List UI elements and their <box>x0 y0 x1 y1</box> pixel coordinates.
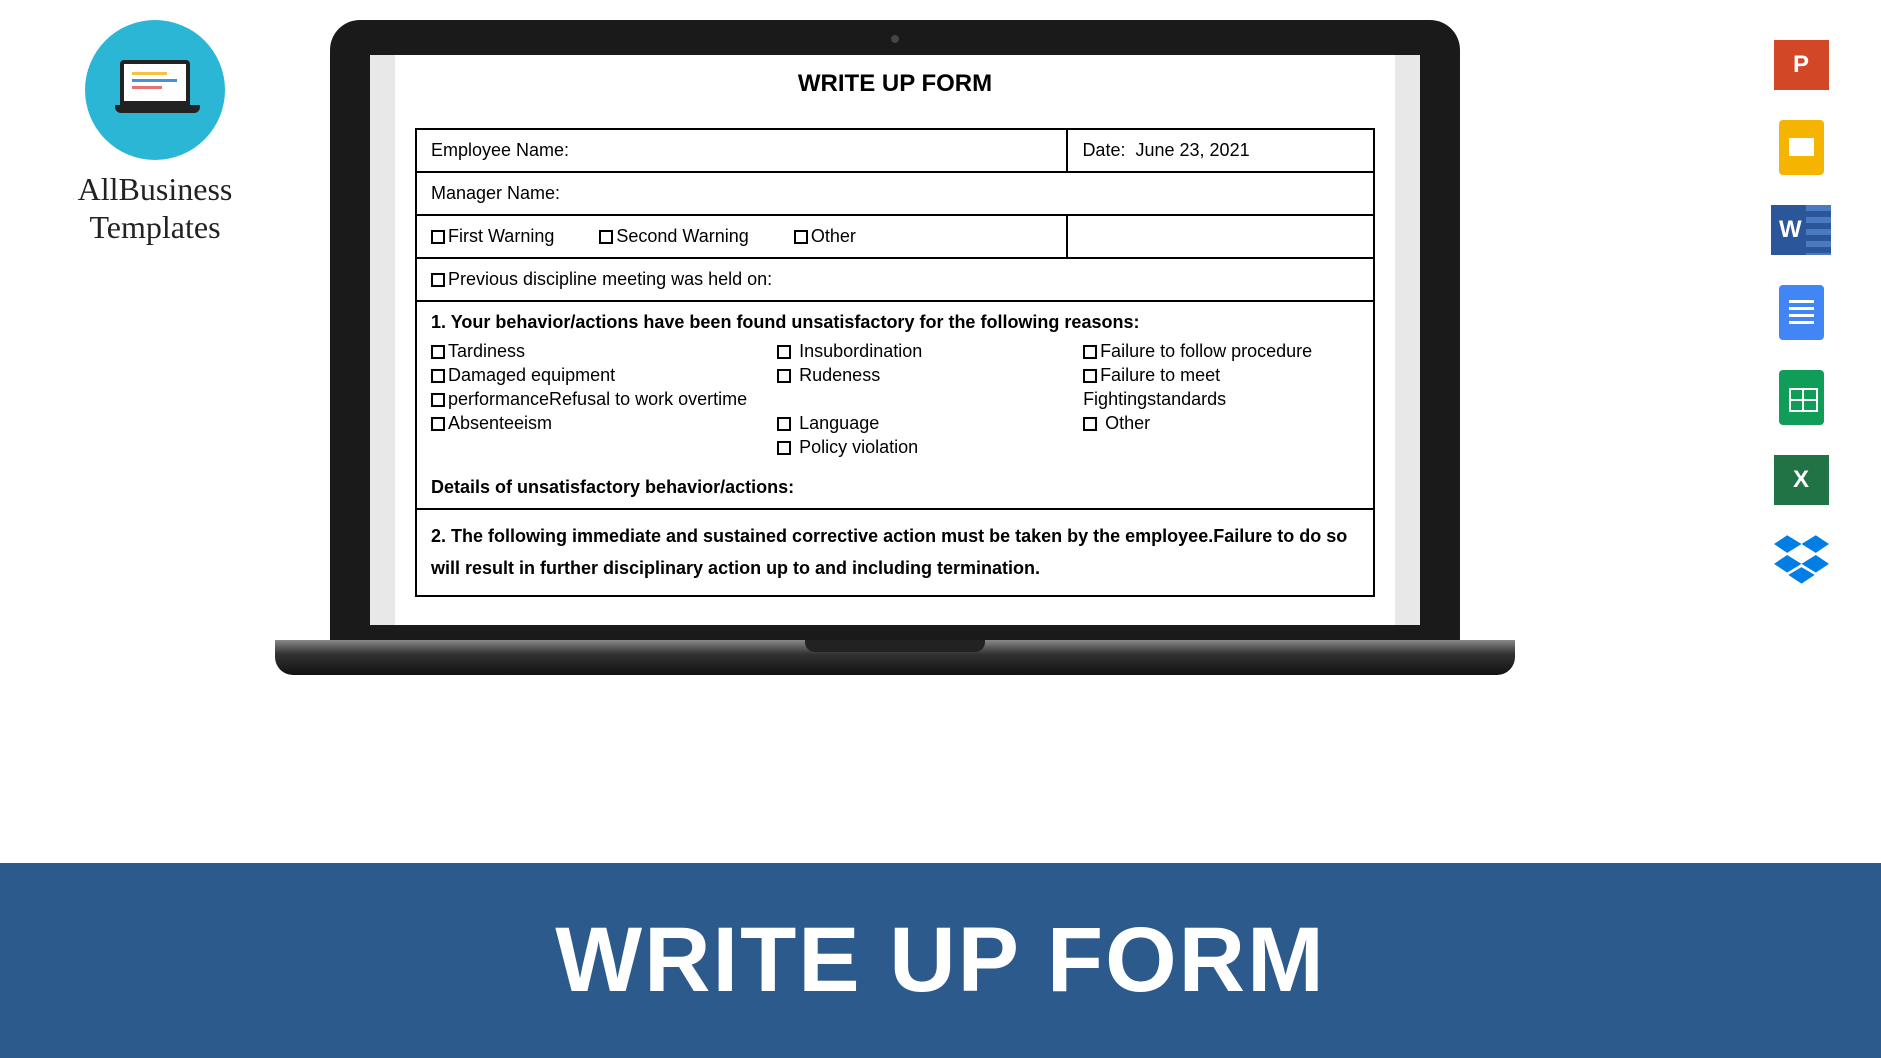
reason-other: Other <box>1105 413 1150 433</box>
warning1-label: First Warning <box>448 226 554 246</box>
file-type-icons <box>1761 40 1841 615</box>
warning-cell: First Warning Second Warning Other <box>416 215 1067 258</box>
reason-performance: performanceRefusal to work overtime <box>448 389 747 409</box>
manager-label: Manager Name: <box>431 183 560 203</box>
previous-label: Previous discipline meeting was held on: <box>448 269 772 289</box>
brand-name: AllBusiness Templates <box>30 170 280 247</box>
checkbox-icon <box>431 273 445 287</box>
brand-logo-area: AllBusiness Templates <box>30 20 280 247</box>
section1-cell: 1. Your behavior/actions have been found… <box>416 301 1374 509</box>
reason-damaged: Damaged equipment <box>448 365 615 385</box>
google-slides-icon[interactable] <box>1779 120 1824 175</box>
checkbox-icon <box>1083 345 1097 359</box>
reason-language: Language <box>799 413 879 433</box>
bottom-title-bar: WRITE UP FORM <box>0 863 1881 1058</box>
excel-icon[interactable] <box>1774 455 1829 505</box>
form-title: WRITE UP FORM <box>415 70 1375 98</box>
checkbox-icon <box>1083 369 1097 383</box>
checkbox-icon <box>777 417 791 431</box>
section1-heading: 1. Your behavior/actions have been found… <box>431 312 1359 333</box>
checkbox-icon <box>1083 417 1097 431</box>
warning3-label: Other <box>811 226 856 246</box>
reason-tardiness: Tardiness <box>448 341 525 361</box>
section2-text: 2. The following immediate and sustained… <box>431 520 1359 585</box>
form-table: Employee Name: Date: June 23, 2021 Manag… <box>415 128 1375 597</box>
checkbox-icon <box>431 345 445 359</box>
dropbox-icon[interactable] <box>1774 535 1829 585</box>
checkbox-icon <box>777 369 791 383</box>
laptop-mockup: WRITE UP FORM Employee Name: Date: June … <box>330 20 1460 675</box>
laptop-icon <box>115 60 195 120</box>
employee-label: Employee Name: <box>431 140 569 160</box>
details-heading: Details of unsatisfactory behavior/actio… <box>431 477 1359 498</box>
word-icon[interactable] <box>1771 205 1831 255</box>
scroll-edge-left <box>370 55 395 625</box>
warning-empty-cell <box>1067 215 1374 258</box>
scroll-edge-right <box>1395 55 1420 625</box>
date-cell: Date: June 23, 2021 <box>1067 129 1374 172</box>
checkbox-icon <box>794 230 808 244</box>
reason-policy: Policy violation <box>799 437 918 457</box>
checkbox-icon <box>431 393 445 407</box>
screen: WRITE UP FORM Employee Name: Date: June … <box>370 55 1420 625</box>
previous-cell: Previous discipline meeting was held on: <box>416 258 1374 301</box>
reason-fighting: Fightingstandards <box>1083 389 1226 409</box>
camera-dot <box>891 35 899 43</box>
reason-rudeness: Rudeness <box>799 365 880 385</box>
checkbox-icon <box>431 230 445 244</box>
date-label: Date: <box>1082 140 1125 160</box>
google-docs-icon[interactable] <box>1779 285 1824 340</box>
brand-logo-circle <box>85 20 225 160</box>
google-sheets-icon[interactable] <box>1779 370 1824 425</box>
brand-line2: Templates <box>89 209 220 245</box>
checkbox-icon <box>431 369 445 383</box>
checkbox-icon <box>431 417 445 431</box>
date-value: June 23, 2021 <box>1135 140 1249 160</box>
employee-cell: Employee Name: <box>416 129 1067 172</box>
checkbox-icon <box>777 441 791 455</box>
section2-cell: 2. The following immediate and sustained… <box>416 509 1374 596</box>
reason-insubordination: Insubordination <box>799 341 922 361</box>
powerpoint-icon[interactable] <box>1774 40 1829 90</box>
checkbox-icon <box>777 345 791 359</box>
bottom-title: WRITE UP FORM <box>555 908 1326 1013</box>
brand-line1: AllBusiness <box>78 171 233 207</box>
checkbox-icon <box>599 230 613 244</box>
reason-absenteeism: Absenteeism <box>448 413 552 433</box>
reason-meet: Failure to meet <box>1100 365 1220 385</box>
manager-cell: Manager Name: <box>416 172 1374 215</box>
warning2-label: Second Warning <box>616 226 748 246</box>
reason-procedure: Failure to follow procedure <box>1100 341 1312 361</box>
laptop-base <box>275 640 1515 675</box>
